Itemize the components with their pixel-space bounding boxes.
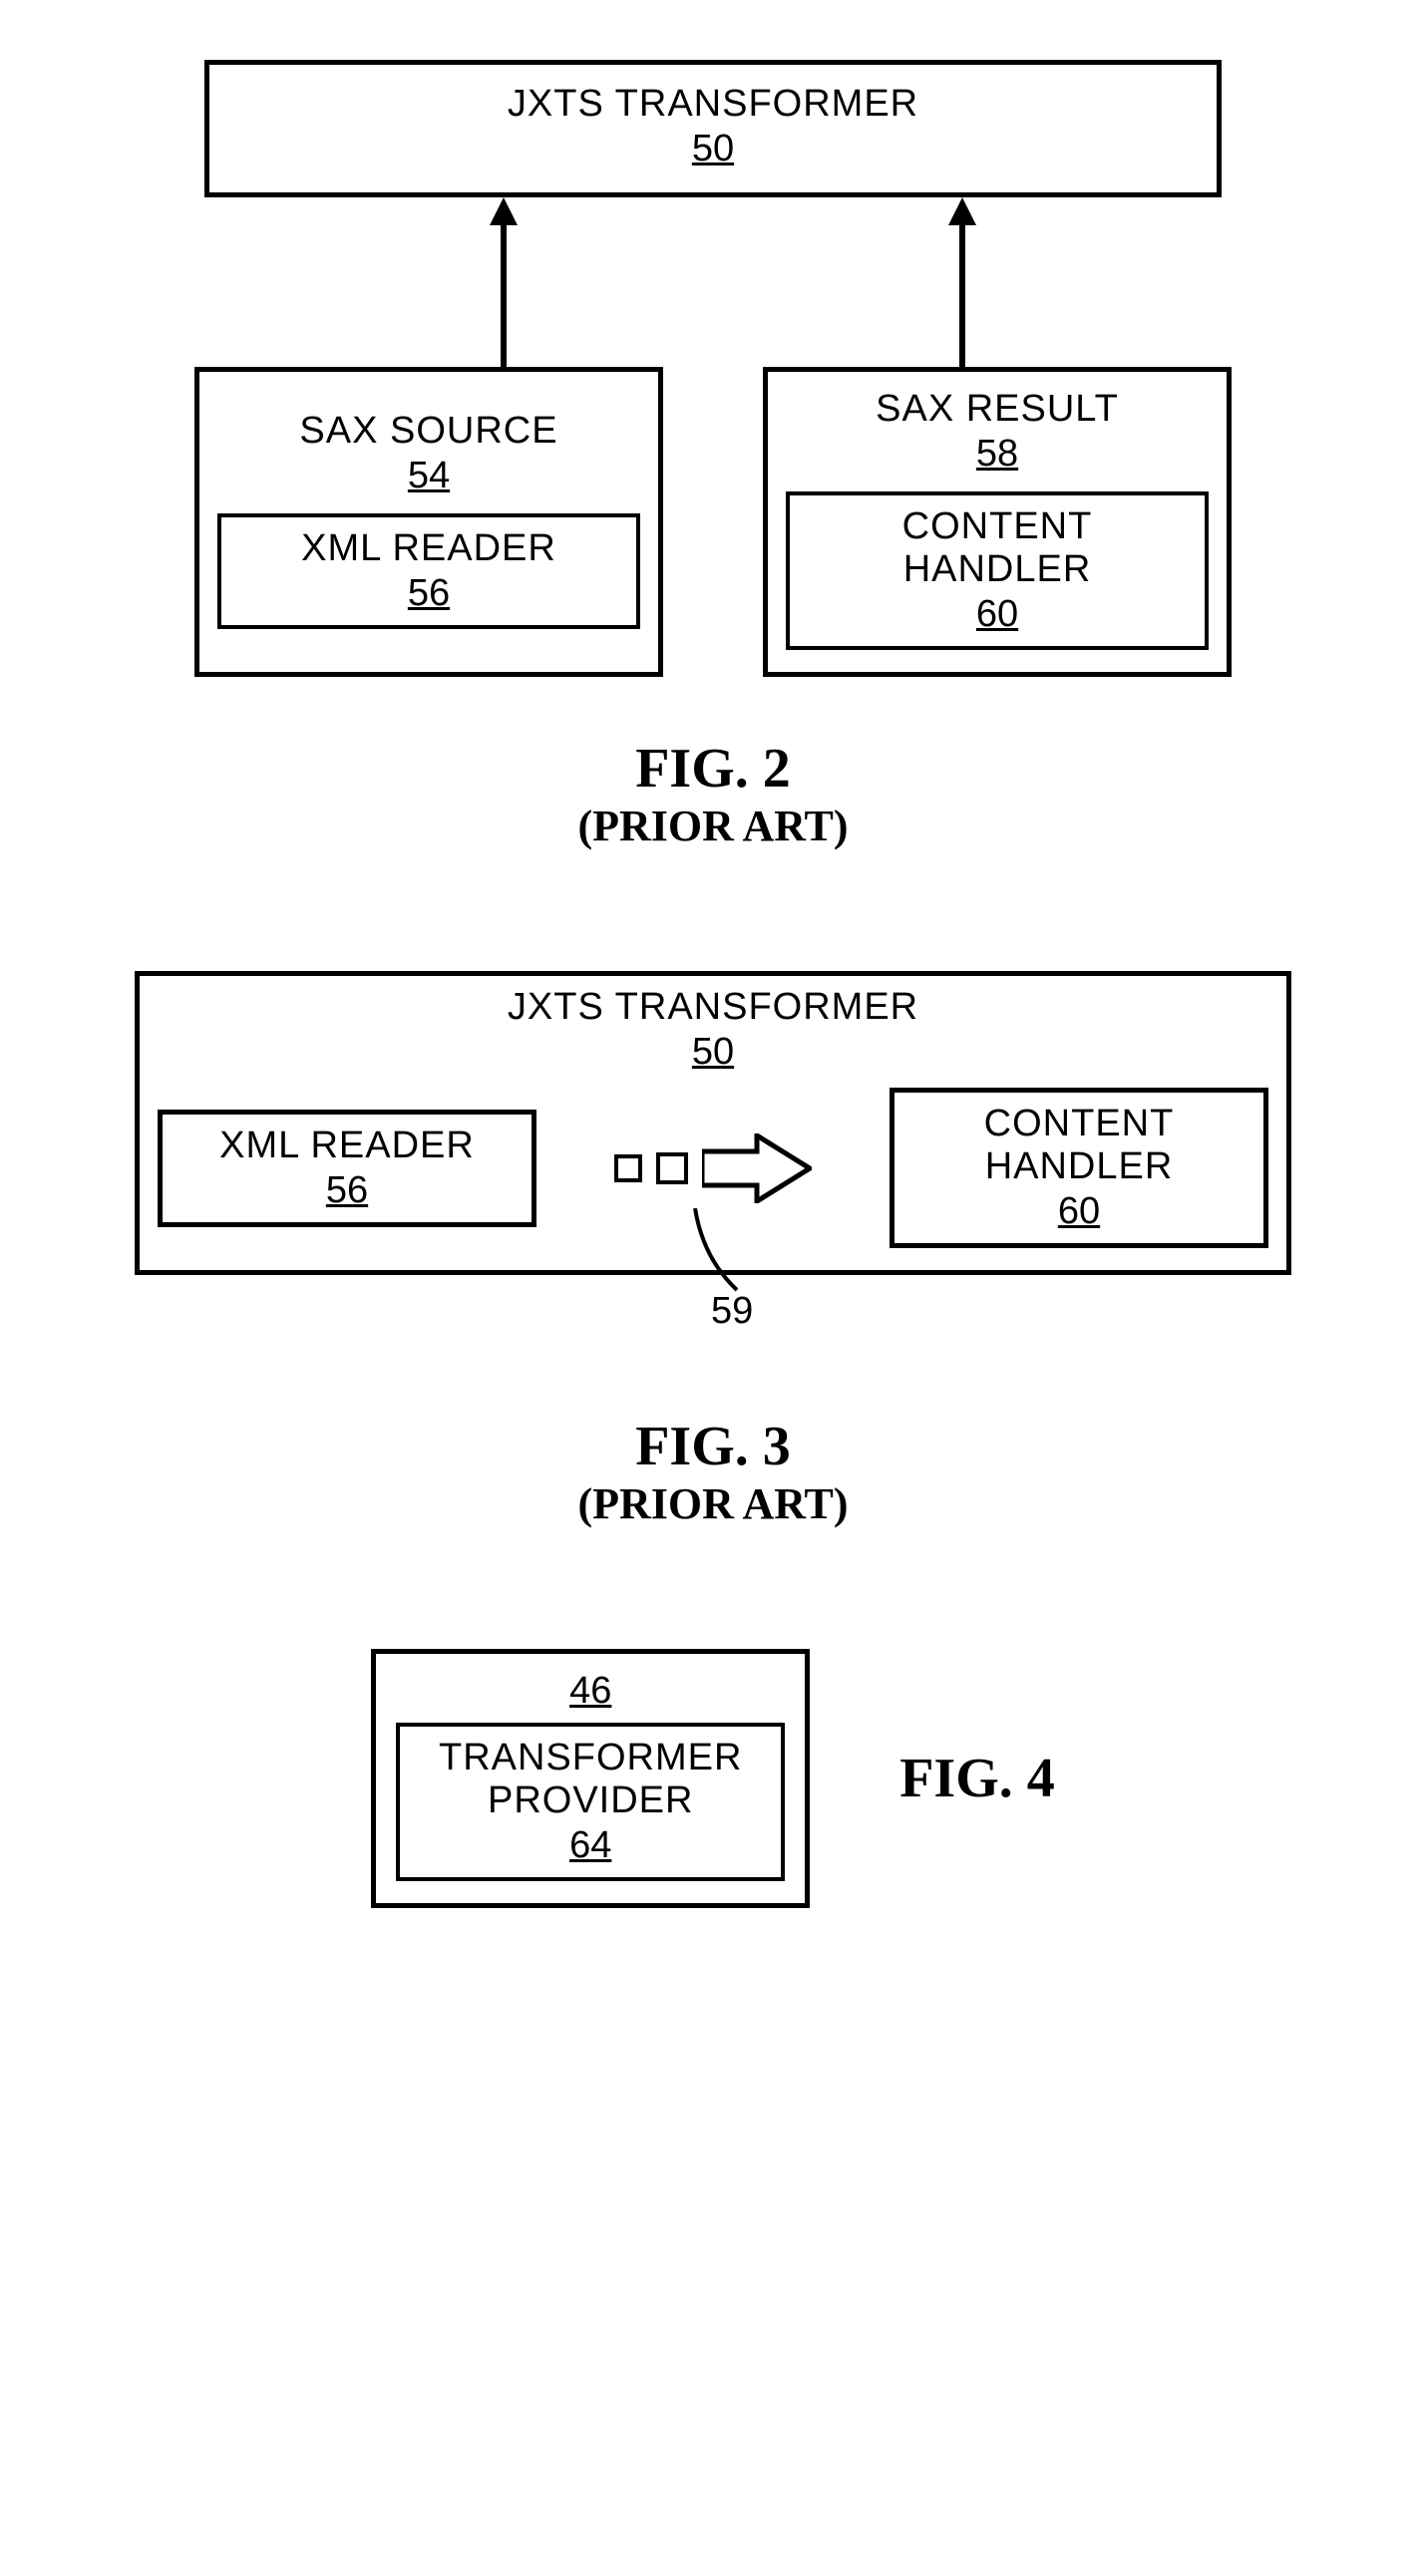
transformer-provider-title-line2: PROVIDER bbox=[412, 1779, 769, 1822]
fig2-diagram: JXTS TRANSFORMER 50 SAX SOURCE 54 bbox=[155, 60, 1271, 677]
content-handler-box: CONTENT HANDLER 60 bbox=[786, 491, 1209, 650]
callout-line-icon bbox=[693, 1208, 753, 1298]
xml-reader-title: XML READER bbox=[239, 527, 618, 570]
fig4-diagram: 46 TRANSFORMER PROVIDER 64 FIG. 4 bbox=[40, 1649, 1386, 1908]
fig3-content-handler-ref: 60 bbox=[1058, 1190, 1100, 1233]
fig3-jxts-transformer-ref: 50 bbox=[692, 1031, 734, 1074]
sax-source-ref: 54 bbox=[408, 455, 450, 497]
fig3-diagram: JXTS TRANSFORMER 50 XML READER 56 bbox=[135, 971, 1291, 1275]
sax-source-box: SAX SOURCE 54 XML READER 56 bbox=[194, 367, 663, 677]
fig3-label: FIG. 3 bbox=[40, 1415, 1386, 1478]
fig3-content-handler-box: CONTENT HANDLER 60 bbox=[890, 1088, 1268, 1248]
sax-result-title: SAX RESULT bbox=[876, 388, 1119, 431]
fig4-outer-ref: 46 bbox=[569, 1670, 611, 1713]
fig3-jxts-transformer-title: JXTS TRANSFORMER bbox=[508, 986, 918, 1029]
fig2-label: FIG. 2 bbox=[40, 737, 1386, 801]
xml-reader-ref: 56 bbox=[239, 572, 618, 615]
sax-source-title: SAX SOURCE bbox=[299, 410, 557, 453]
fig3-event-flow bbox=[614, 1133, 812, 1203]
figure-2: JXTS TRANSFORMER 50 SAX SOURCE 54 bbox=[40, 60, 1386, 851]
fig3-caption: FIG. 3 (PRIOR ART) bbox=[40, 1415, 1386, 1529]
fig3-xml-reader-box: XML READER 56 bbox=[158, 1110, 536, 1227]
fig3-xml-reader-ref: 56 bbox=[326, 1169, 368, 1212]
fig3-content-handler-title: CONTENT HANDLER bbox=[906, 1103, 1251, 1188]
fig2-caption: FIG. 2 (PRIOR ART) bbox=[40, 737, 1386, 851]
transformer-provider-box: TRANSFORMER PROVIDER 64 bbox=[396, 1723, 785, 1881]
transformer-provider-title-line1: TRANSFORMER bbox=[412, 1737, 769, 1779]
fig2-sublabel: (PRIOR ART) bbox=[40, 801, 1386, 851]
block-arrow-right-icon bbox=[702, 1133, 812, 1203]
figure-4: 46 TRANSFORMER PROVIDER 64 FIG. 4 bbox=[40, 1649, 1386, 1908]
xml-reader-box: XML READER 56 bbox=[217, 513, 640, 629]
fig4-label: FIG. 4 bbox=[899, 1747, 1055, 1810]
fig2-arrows-row bbox=[155, 197, 1271, 367]
event-square-icon bbox=[656, 1152, 688, 1184]
fig3-sublabel: (PRIOR ART) bbox=[40, 1478, 1386, 1529]
transformer-provider-ref: 64 bbox=[412, 1824, 769, 1867]
jxts-transformer-ref: 50 bbox=[692, 128, 734, 170]
jxts-transformer-box: JXTS TRANSFORMER 50 bbox=[204, 60, 1222, 197]
fig3-xml-reader-title: XML READER bbox=[219, 1125, 475, 1167]
figure-3: JXTS TRANSFORMER 50 XML READER 56 bbox=[40, 971, 1386, 1529]
content-handler-ref: 60 bbox=[808, 593, 1187, 636]
event-square-icon bbox=[614, 1154, 642, 1182]
callout-ref-59: 59 bbox=[711, 1290, 753, 1333]
fig4-outer-box: 46 TRANSFORMER PROVIDER 64 bbox=[371, 1649, 810, 1908]
sax-result-ref: 58 bbox=[976, 433, 1018, 476]
jxts-transformer-title: JXTS TRANSFORMER bbox=[508, 83, 918, 126]
fig2-bottom-row: SAX SOURCE 54 XML READER 56 SAX RESULT 5… bbox=[155, 367, 1271, 677]
sax-result-box: SAX RESULT 58 CONTENT HANDLER 60 bbox=[763, 367, 1232, 677]
content-handler-title: CONTENT HANDLER bbox=[808, 505, 1187, 591]
